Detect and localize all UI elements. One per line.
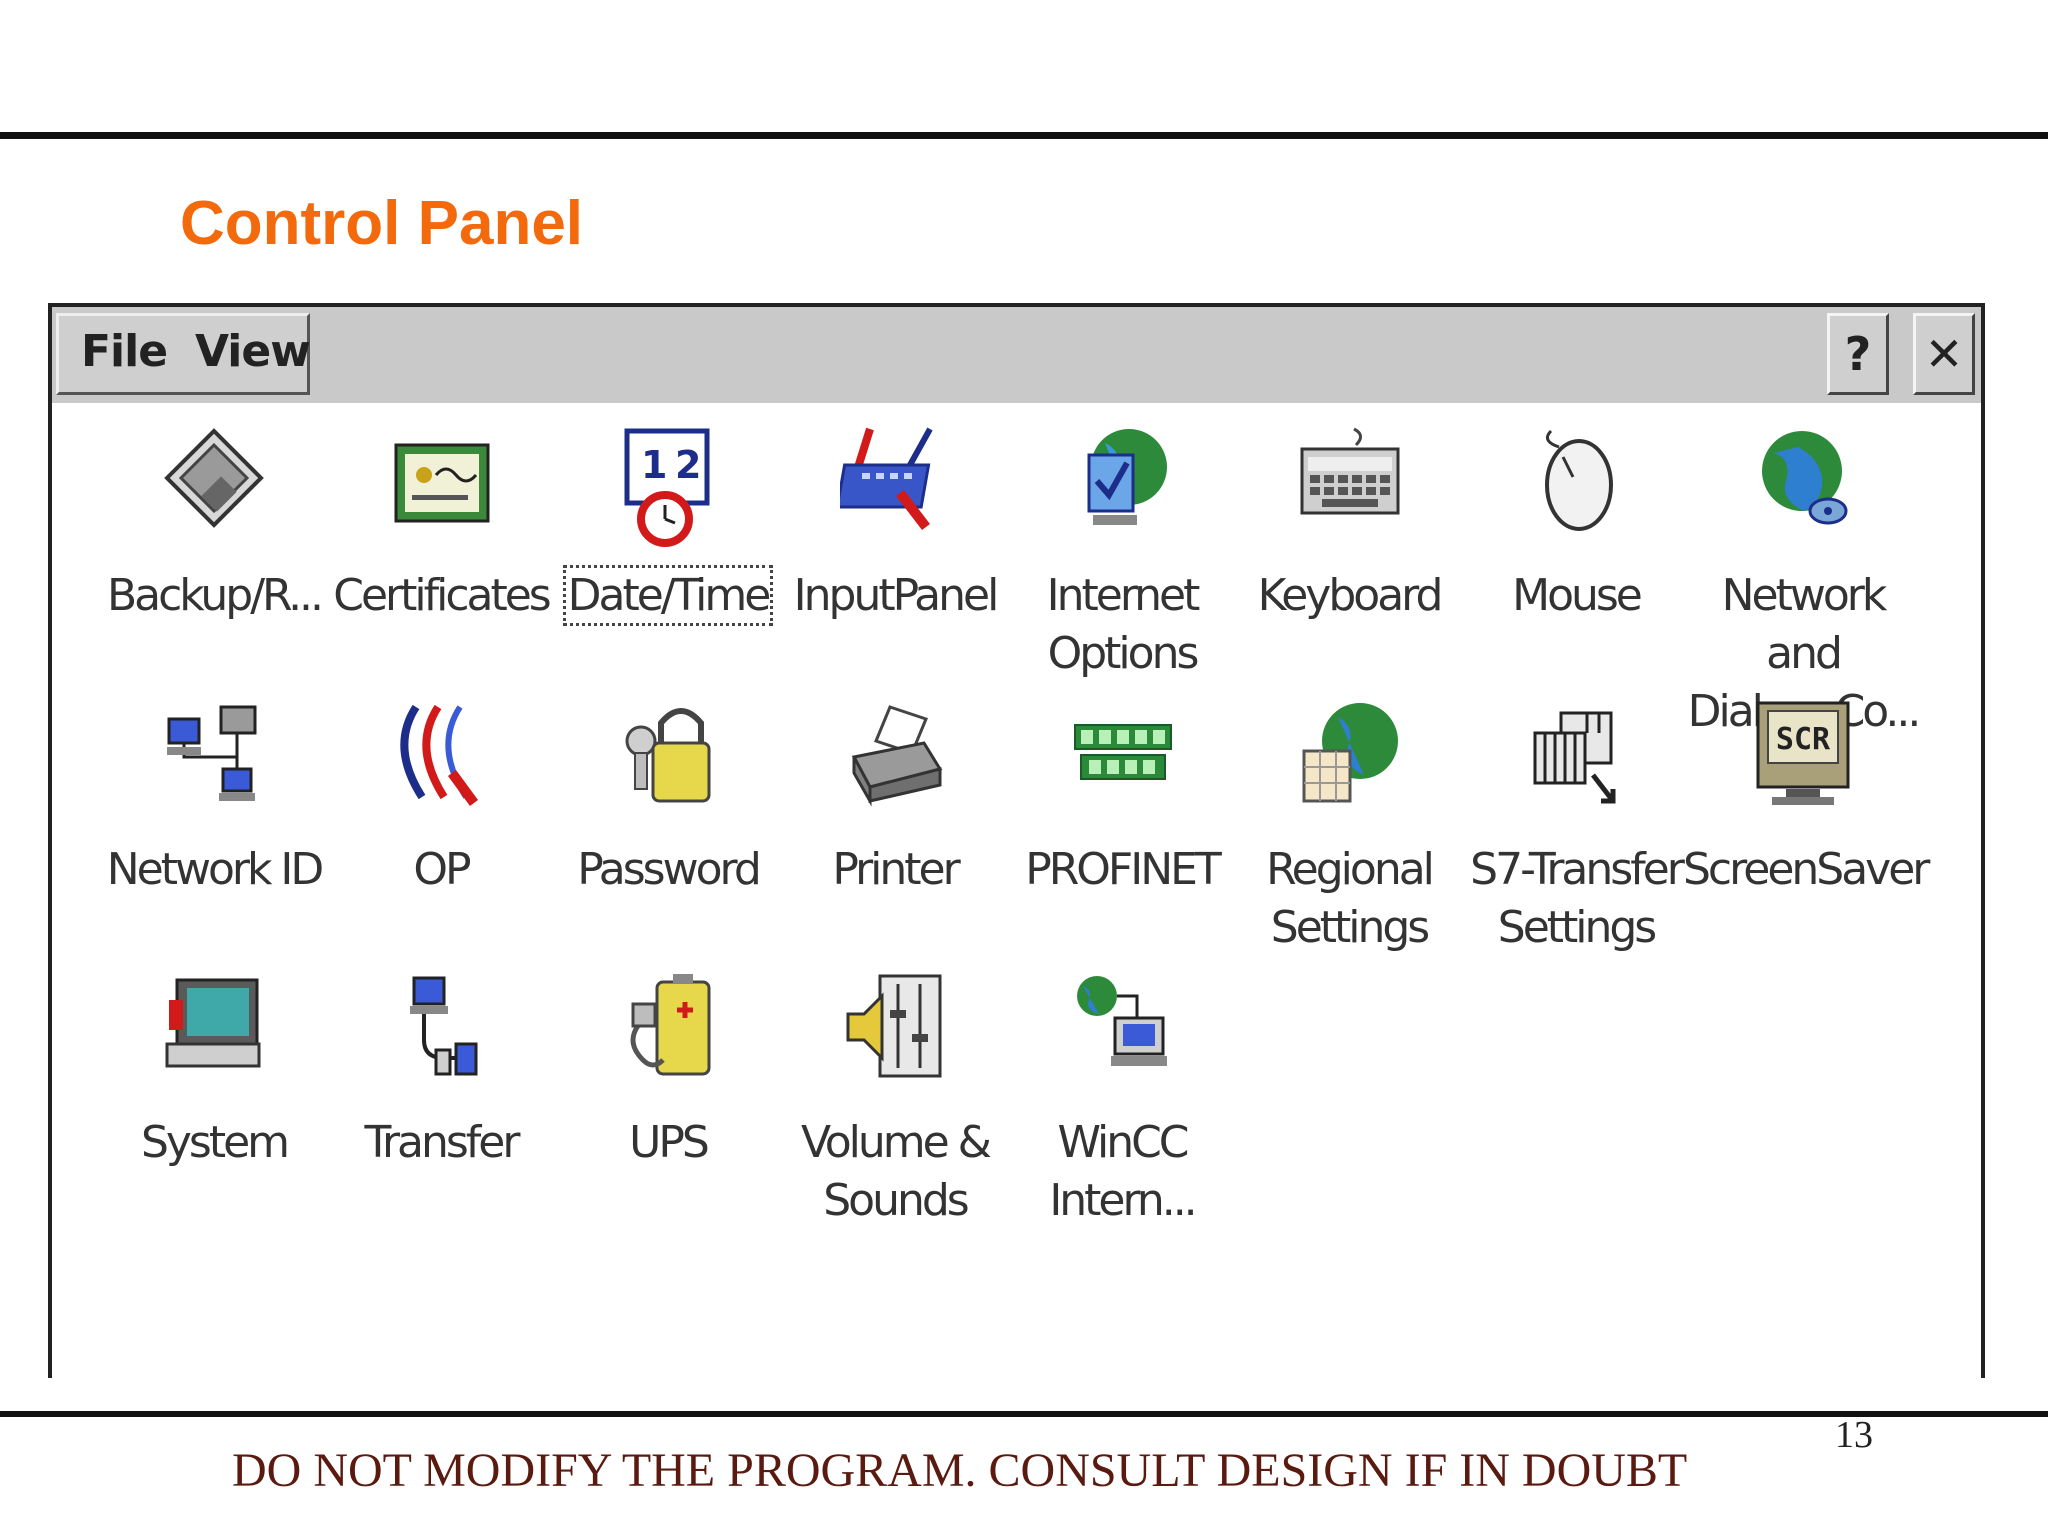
icon-label-line2: Intern... <box>1049 1175 1197 1226</box>
icon-label-line1: Keyboard <box>1257 570 1444 621</box>
page-number: 13 <box>1835 1414 1873 1456</box>
top-divider <box>0 132 2048 139</box>
icon-label-line2: Options <box>1047 628 1200 679</box>
icon-label-line1: Transfer <box>364 1117 521 1168</box>
regional-globe-icon <box>1302 703 1398 803</box>
icon-label-line1: WinCC <box>1057 1117 1189 1168</box>
s7-transfer-icon <box>1533 711 1616 804</box>
icon-label-line1: ScreenSaver <box>1683 844 1930 895</box>
icon-label-line1: Printer <box>832 844 960 895</box>
control-item-transfer[interactable]: Transfer <box>341 964 541 1224</box>
control-item-op[interactable]: OP <box>341 691 541 951</box>
control-item-internet-options[interactable]: Internet Options <box>1022 417 1222 679</box>
control-item-profinet[interactable]: PROFINET <box>1022 691 1222 951</box>
icon-label-line1: UPS <box>629 1117 710 1168</box>
help-button[interactable]: ? <box>1827 313 1889 395</box>
menu-view[interactable]: View <box>195 326 311 377</box>
close-button[interactable]: ✕ <box>1913 313 1975 395</box>
menu-bar: File View ? ✕ <box>52 307 1981 403</box>
backup-icon <box>164 428 264 528</box>
icon-label-line1: System <box>140 1117 290 1168</box>
icon-label-line1: Backup/R... <box>106 570 324 621</box>
icon-label-line1: Mouse <box>1512 570 1643 621</box>
control-item-network-id[interactable]: Network ID <box>107 691 324 951</box>
network-globe-icon <box>1762 431 1848 525</box>
icon-label-line1: Date/Time <box>562 565 774 626</box>
svg-text:2: 2 <box>675 443 701 487</box>
icon-label-line1: OP <box>413 844 471 895</box>
wincc-network-icon <box>1077 976 1167 1066</box>
icon-label-line2: Settings <box>1497 902 1657 953</box>
svg-text:1: 1 <box>641 443 667 487</box>
control-panel-window: File View ? ✕ Backup/R... Certificates 1… <box>48 303 1985 1378</box>
menu-group: File View <box>56 313 311 395</box>
icon-label-line1: S7-Transfer <box>1470 844 1685 895</box>
icon-label-line1: InputPanel <box>793 570 1000 621</box>
icon-label-line1: Internet <box>1046 570 1201 621</box>
keyboard-pen-icon <box>840 427 933 531</box>
battery-plug-icon <box>630 974 711 1076</box>
control-item-wincc-internet[interactable]: WinCC Intern... <box>1022 964 1222 1226</box>
control-item-system[interactable]: System <box>114 964 314 1224</box>
speaker-mixer-icon <box>846 974 942 1078</box>
profinet-icon <box>1074 724 1172 780</box>
slide-title: Control Panel <box>180 189 584 258</box>
calendar-clock-icon: 1 2 <box>624 428 710 547</box>
control-item-printer[interactable]: Printer <box>795 691 995 951</box>
screensaver-badge-text: SCR <box>1776 722 1831 757</box>
icon-label-line1: Certificates <box>333 570 551 621</box>
printer-icon <box>851 705 943 807</box>
control-item-mouse[interactable]: Mouse <box>1476 417 1676 677</box>
transfer-icon <box>410 976 478 1076</box>
footer-warning: DO NOT MODIFY THE PROGRAM. CONSULT DESIG… <box>232 1444 1688 1497</box>
bottom-divider <box>0 1411 2048 1417</box>
control-item-date-time[interactable]: 1 2 Date/Time <box>562 417 774 677</box>
control-item-regional-settings[interactable]: Regional Settings <box>1249 691 1449 953</box>
icon-label-line1: Password <box>577 844 762 895</box>
control-item-backup[interactable]: Backup/R... <box>107 417 324 677</box>
control-item-certificates[interactable]: Certificates <box>333 417 552 677</box>
icon-label-line2: Settings <box>1270 902 1430 953</box>
control-item-keyboard[interactable]: Keyboard <box>1249 417 1449 677</box>
mouse-icon <box>1545 429 1613 531</box>
control-item-network-dialup[interactable]: Network and Dial-up Co... <box>1688 417 1921 737</box>
menu-file[interactable]: File <box>81 326 168 377</box>
system-computer-icon <box>165 978 261 1068</box>
network-computers-icon <box>167 705 257 801</box>
control-item-ups[interactable]: UPS <box>568 964 768 1224</box>
icon-label-line1: PROFINET <box>1025 844 1222 895</box>
padlock-icon <box>625 708 711 803</box>
icon-label-line1: Regional <box>1266 844 1435 895</box>
icon-label-line1: Volume & <box>801 1117 992 1168</box>
screensaver-monitor-icon: SCR <box>1756 701 1850 805</box>
op-icon <box>400 704 479 806</box>
control-item-screensaver[interactable]: SCR ScreenSaver <box>1683 691 1930 951</box>
globe-check-icon <box>1087 429 1167 525</box>
control-item-volume-sounds[interactable]: Volume & Sounds <box>795 964 995 1226</box>
icon-label-line1: Network and <box>1721 570 1888 679</box>
control-item-s7-transfer[interactable]: S7-Transfer Settings <box>1470 691 1685 953</box>
icon-label-line1: Network ID <box>106 844 325 895</box>
control-item-inputpanel[interactable]: InputPanel <box>794 417 999 677</box>
keyboard-icon <box>1300 427 1400 515</box>
icon-label-line2: Sounds <box>823 1175 969 1226</box>
control-item-password[interactable]: Password <box>568 691 768 951</box>
certificate-icon <box>394 443 490 523</box>
